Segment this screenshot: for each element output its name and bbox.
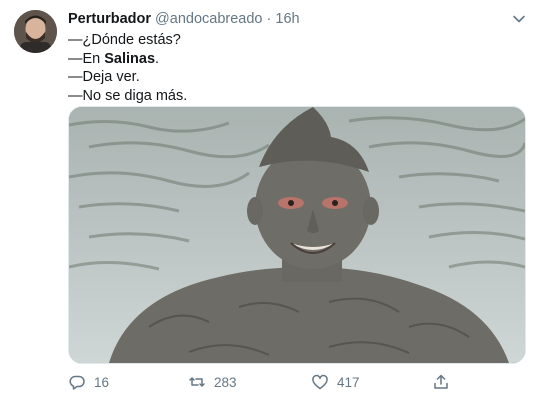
tweet-text: —¿Dónde estás? —En Salinas. —Deja ver. —… xyxy=(68,31,187,105)
bold-word: Salinas xyxy=(104,50,156,67)
tweet-line-2: —En Salinas. xyxy=(68,50,160,67)
share-icon xyxy=(434,374,448,389)
like-button[interactable]: 417 xyxy=(311,372,360,392)
chevron-down-icon[interactable] xyxy=(510,10,528,28)
user-handle[interactable]: @andocabreado xyxy=(155,11,262,27)
tweet-line-4: —No se diga más. xyxy=(68,87,188,104)
share-button[interactable] xyxy=(432,372,450,392)
retweet-count: 283 xyxy=(214,374,237,390)
tweet[interactable]: Perturbador @andocabreado · 16h —¿Dónde … xyxy=(0,0,541,401)
tweet-line-1: —¿Dónde estás? xyxy=(68,32,181,48)
separator-dot: · xyxy=(266,11,272,27)
reply-count: 16 xyxy=(94,374,110,390)
reply-icon xyxy=(69,375,85,390)
like-count: 417 xyxy=(337,374,360,390)
avatar[interactable] xyxy=(14,10,57,53)
retweet-icon xyxy=(189,377,205,387)
tweet-line-3: —Deja ver. xyxy=(68,69,140,85)
timestamp[interactable]: 16h xyxy=(275,11,299,27)
display-name[interactable]: Perturbador xyxy=(68,11,151,27)
retweet-button[interactable]: 283 xyxy=(188,372,237,392)
reply-button[interactable]: 16 xyxy=(68,372,109,392)
tweet-photo[interactable] xyxy=(68,106,526,364)
like-icon xyxy=(312,374,328,390)
tweet-actions: 16 283 417 xyxy=(68,372,468,392)
tweet-header: Perturbador @andocabreado · 16h xyxy=(68,10,300,28)
